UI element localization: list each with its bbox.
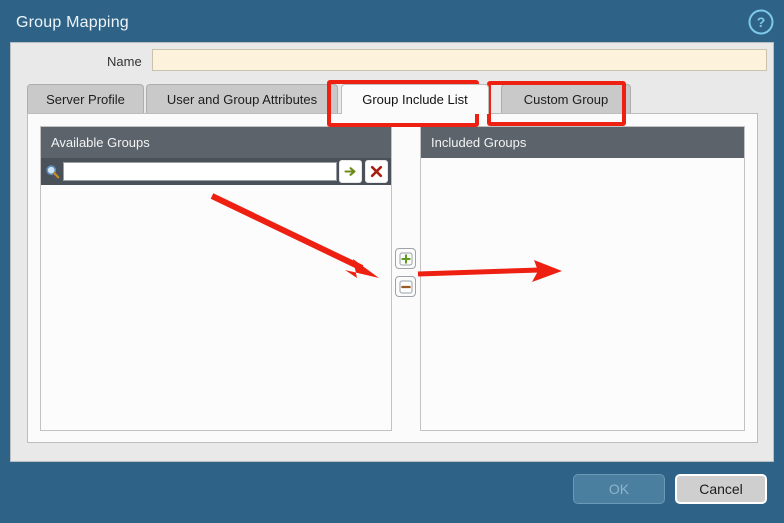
plus-in-box-icon[interactable] [395, 248, 416, 269]
ok-button[interactable]: OK [573, 474, 665, 504]
help-circle-icon[interactable]: ? [748, 9, 774, 35]
available-groups-title: Available Groups [51, 135, 150, 150]
minus-in-box-icon[interactable] [395, 276, 416, 297]
name-input[interactable] [152, 49, 767, 71]
available-groups-panel: Available Groups [40, 126, 392, 431]
name-row: Name [11, 43, 773, 79]
included-groups-list[interactable] [421, 158, 744, 430]
tab-strip: Server Profile User and Group Attributes… [11, 84, 773, 114]
magnifier-icon [41, 158, 63, 185]
tab-user-and-group-attributes[interactable]: User and Group Attributes [146, 84, 338, 114]
dialog-content: Name Server Profile User and Group Attri… [10, 42, 774, 462]
name-label: Name [107, 54, 142, 69]
dialog-titlebar: Group Mapping ? [0, 0, 784, 46]
red-x-icon[interactable] [365, 160, 388, 183]
available-groups-list[interactable] [41, 185, 391, 430]
tab-group-include-list[interactable]: Group Include List [341, 84, 489, 114]
dialog-title: Group Mapping [16, 14, 129, 31]
dialog-footer: OK Cancel [10, 462, 774, 513]
tab-server-profile[interactable]: Server Profile [27, 84, 144, 114]
included-groups-header: Included Groups [421, 127, 744, 158]
included-groups-title: Included Groups [431, 135, 527, 150]
available-groups-search-row [41, 158, 391, 185]
screenshot-root: Group Mapping ? Name Server Profile User… [0, 0, 784, 523]
cancel-button[interactable]: Cancel [675, 474, 767, 504]
group-include-list-panel: Available Groups Included Groups [27, 113, 758, 443]
available-groups-search-input[interactable] [63, 162, 337, 181]
available-groups-header: Available Groups [41, 127, 391, 158]
group-mapping-dialog: Group Mapping ? Name Server Profile User… [0, 0, 784, 523]
included-groups-panel: Included Groups [420, 126, 745, 431]
tab-custom-group[interactable]: Custom Group [501, 84, 631, 114]
transfer-buttons [395, 126, 419, 431]
svg-text:?: ? [757, 14, 766, 30]
green-arrow-right-icon[interactable] [339, 160, 362, 183]
